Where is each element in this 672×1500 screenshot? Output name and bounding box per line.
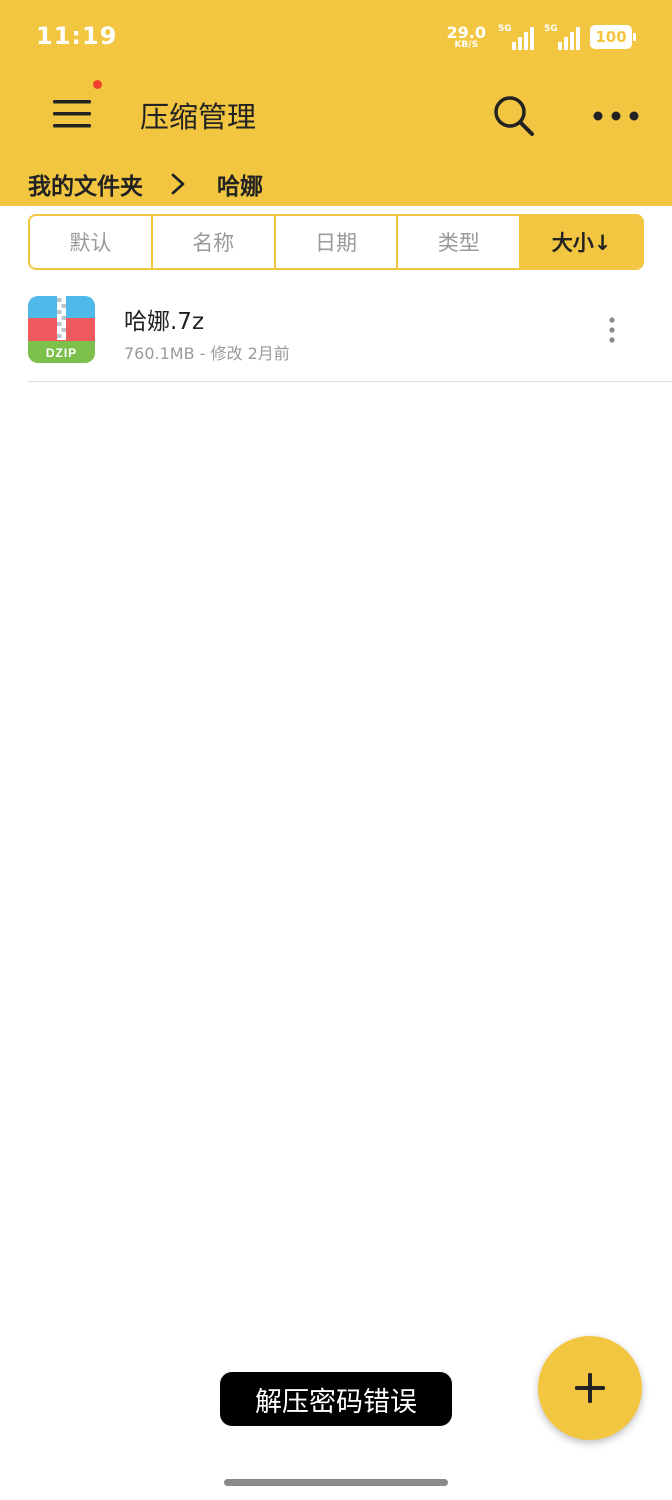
search-button[interactable] bbox=[486, 88, 542, 144]
toolbar: 压缩管理 bbox=[0, 76, 672, 156]
status-bar: 11:19 29.0 KB/S 5G 5G 100 bbox=[0, 0, 672, 76]
status-time: 11:19 bbox=[36, 22, 118, 50]
breadcrumb-item-current[interactable]: 哈娜 bbox=[217, 167, 263, 201]
signal-2-icon: 5G bbox=[544, 24, 582, 50]
network-speed-unit: KB/S bbox=[454, 39, 479, 50]
more-options-button[interactable] bbox=[588, 88, 644, 144]
breadcrumb-item-root[interactable]: 我的文件夹 bbox=[28, 167, 143, 201]
network-speed: 29.0 KB/S bbox=[446, 22, 486, 50]
menu-button[interactable] bbox=[44, 86, 100, 142]
home-indicator[interactable] bbox=[224, 1479, 448, 1486]
sort-tabs: 默认 名称 日期 类型 大小↓ bbox=[28, 214, 644, 270]
page-title: 压缩管理 bbox=[140, 100, 257, 134]
status-icons: 29.0 KB/S 5G 5G 100 bbox=[446, 22, 636, 52]
sort-tab-default[interactable]: 默认 bbox=[30, 216, 153, 268]
sort-tab-name[interactable]: 名称 bbox=[153, 216, 276, 268]
signal-1-icon: 5G bbox=[498, 24, 536, 50]
sort-tab-size[interactable]: 大小↓ bbox=[521, 216, 642, 268]
search-icon bbox=[494, 96, 534, 136]
chevron-right-icon bbox=[171, 173, 185, 195]
file-more-button[interactable] bbox=[592, 308, 632, 352]
file-icon-label: DZIP bbox=[46, 346, 77, 360]
notification-dot bbox=[93, 80, 102, 89]
toast-message: 解压密码错误 bbox=[220, 1372, 452, 1426]
add-fab-button[interactable] bbox=[538, 1336, 642, 1440]
breadcrumb: 我的文件夹 哈娜 bbox=[28, 164, 263, 204]
sort-tab-date[interactable]: 日期 bbox=[276, 216, 399, 268]
sort-tab-type[interactable]: 类型 bbox=[398, 216, 522, 268]
network-speed-value: 29.0 bbox=[446, 22, 486, 42]
battery-icon: 100 bbox=[590, 25, 636, 49]
more-vertical-icon bbox=[609, 317, 615, 343]
zip-archive-icon: DZIP bbox=[28, 296, 95, 363]
file-list-item[interactable]: DZIP 哈娜.7z 760.1MB - 修改 2月前 bbox=[28, 288, 672, 382]
more-horizontal-icon bbox=[593, 111, 639, 121]
file-name: 哈娜.7z bbox=[124, 309, 205, 335]
file-meta: 760.1MB - 修改 2月前 bbox=[124, 344, 290, 363]
plus-icon bbox=[575, 1373, 605, 1403]
battery-level: 100 bbox=[595, 28, 627, 46]
hamburger-menu-icon bbox=[53, 100, 91, 128]
